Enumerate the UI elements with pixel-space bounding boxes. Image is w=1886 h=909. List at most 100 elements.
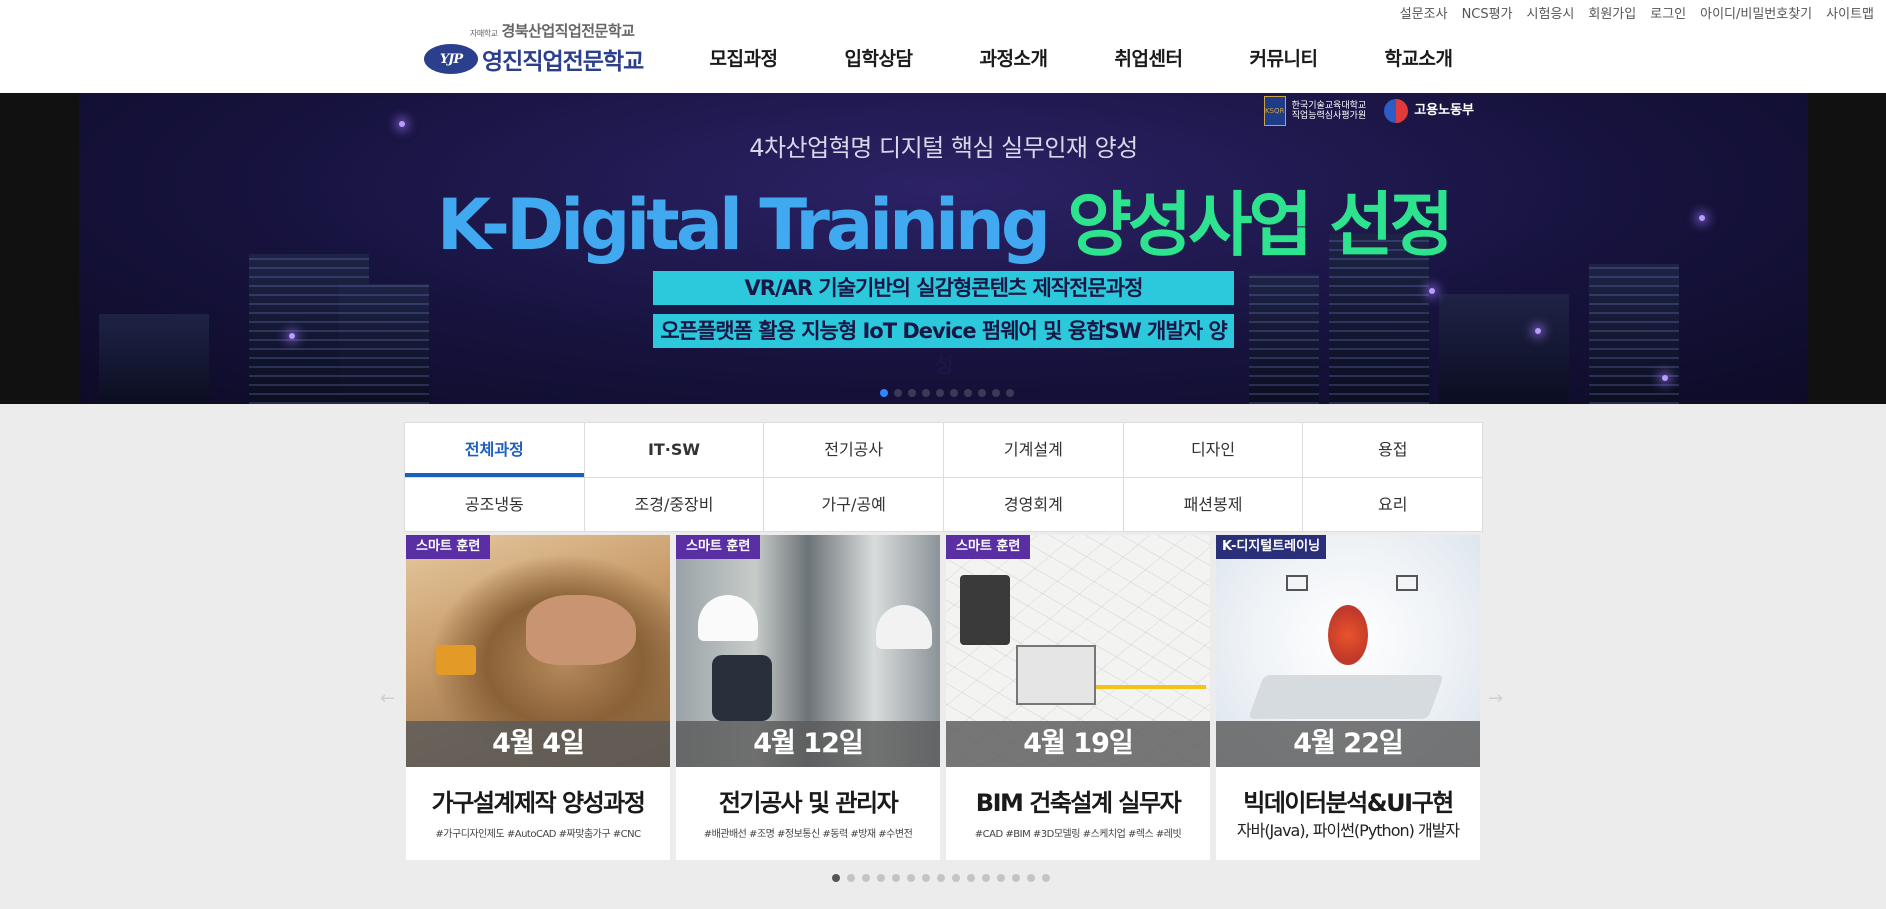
- logo-main: 영진직업전문학교: [482, 49, 644, 75]
- logo-sub: 자매학교 경북산업직업전문학교: [470, 22, 635, 40]
- hero-banner: KSQR 한국기술교육대학교 직업능력심사평가원 고용노동부 4차산업혁명 디지털…: [0, 93, 1886, 404]
- light-dot: [289, 333, 295, 339]
- banner-slide[interactable]: KSQR 한국기술교육대학교 직업능력심사평가원 고용노동부 4차산업혁명 디지털…: [79, 93, 1808, 404]
- carousel-dot[interactable]: [967, 874, 975, 882]
- course-title: 전기공사 및 관리자: [718, 789, 899, 817]
- banner-dot[interactable]: [908, 389, 916, 397]
- carousel-dot[interactable]: [1042, 874, 1050, 882]
- tab-hvac[interactable]: 공조냉동: [405, 478, 584, 531]
- tab-welding[interactable]: 용접: [1302, 423, 1482, 477]
- nav-item-employment[interactable]: 취업센터: [1081, 44, 1216, 71]
- banner-dot[interactable]: [964, 389, 972, 397]
- carousel-prev-arrow-icon[interactable]: ←: [380, 688, 395, 709]
- course-title: 가구설계제작 양성과정: [431, 789, 646, 817]
- banner-title: K-Digital Training 양성사업 선정: [436, 184, 1454, 266]
- course-tags: #가구디자인제도 #AutoCAD #짜맞춤가구 #CNC: [435, 829, 641, 840]
- util-link-find-account[interactable]: 아이디/비밀번호찾기: [1700, 3, 1812, 22]
- main-nav: 모집과정 입학상담 과정소개 취업센터 커뮤니티 학교소개: [676, 44, 1486, 71]
- logo-mark-icon: YJP: [424, 44, 478, 74]
- course-category-tabs: 전체과정 IT·SW 전기공사 기계설계 디자인 용접 공조냉동 조경/중장비 …: [404, 422, 1483, 532]
- tab-all[interactable]: 전체과정: [405, 423, 584, 477]
- banner-dot[interactable]: [1006, 389, 1014, 397]
- utility-links: 설문조사 NCS평가 시험응시 회원가입 로그인 아이디/비밀번호찾기 사이트맵: [1400, 3, 1874, 22]
- course-badge: 스마트 훈련: [676, 535, 761, 559]
- carousel-dot[interactable]: [892, 874, 900, 882]
- light-dot: [1429, 288, 1435, 294]
- carousel-dot[interactable]: [832, 874, 840, 882]
- nav-item-consult[interactable]: 입학상담: [811, 44, 946, 71]
- course-tags: #CAD #BIM #3D모델링 #스케치업 #렉스 #레빗: [974, 829, 1182, 840]
- banner-dot[interactable]: [978, 389, 986, 397]
- skyline-building: [339, 284, 429, 404]
- banner-dot[interactable]: [880, 389, 888, 397]
- tab-cooking[interactable]: 요리: [1302, 478, 1482, 531]
- course-date: 4월 22일: [1216, 721, 1480, 767]
- course-subtitle: 자바(Java), 파이썬(Python) 개발자: [1236, 821, 1460, 840]
- nav-item-courses[interactable]: 과정소개: [946, 44, 1081, 71]
- light-dot: [1662, 375, 1668, 381]
- partner-koreatech: KSQR 한국기술교육대학교 직업능력심사평가원: [1263, 96, 1366, 126]
- site-logo[interactable]: 자매학교 경북산업직업전문학교 YJP 영진직업전문학교: [424, 20, 644, 78]
- skyline-building: [1589, 264, 1679, 404]
- util-link-survey[interactable]: 설문조사: [1400, 3, 1448, 22]
- course-badge: 스마트 훈련: [406, 535, 491, 559]
- tab-accounting[interactable]: 경영회계: [943, 478, 1123, 531]
- carousel-dot[interactable]: [922, 874, 930, 882]
- skyline-building: [1249, 274, 1319, 404]
- carousel-dot[interactable]: [1012, 874, 1020, 882]
- util-link-ncs[interactable]: NCS평가: [1462, 3, 1513, 22]
- util-link-exam[interactable]: 시험응시: [1527, 3, 1575, 22]
- tab-electrical[interactable]: 전기공사: [763, 423, 943, 477]
- skyline-building: [99, 314, 209, 404]
- tab-landscape[interactable]: 조경/중장비: [583, 478, 764, 531]
- course-badge: 스마트 훈련: [946, 535, 1031, 559]
- light-dot: [1535, 328, 1541, 334]
- course-card[interactable]: 스마트 훈련 4월 19일 BIM 건축설계 실무자 #CAD #BIM #3D…: [946, 535, 1210, 860]
- carousel-pagination: [832, 874, 1050, 882]
- course-title: 빅데이터분석&UI구현: [1243, 789, 1454, 817]
- banner-dot[interactable]: [950, 389, 958, 397]
- carousel-dot[interactable]: [982, 874, 990, 882]
- koreatech-emblem-icon: KSQR: [1263, 96, 1286, 126]
- moel-emblem-icon: [1384, 99, 1409, 123]
- light-dot: [399, 121, 405, 127]
- banner-course-2: 오픈플랫폼 활용 지능형 IoT Device 펌웨어 및 융합SW 개발자 양…: [653, 314, 1234, 377]
- partner-moel: 고용노동부: [1384, 99, 1474, 123]
- carousel-dot[interactable]: [997, 874, 1005, 882]
- course-card[interactable]: K-디지털트레이닝 4월 22일 빅데이터분석&UI구현 자바(Java), 파…: [1216, 535, 1480, 860]
- carousel-dot[interactable]: [952, 874, 960, 882]
- banner-dot[interactable]: [992, 389, 1000, 397]
- banner-course-1: VR/AR 기술기반의 실감형콘텐츠 제작전문과정: [653, 271, 1234, 305]
- banner-pagination: [880, 389, 1014, 397]
- util-link-login[interactable]: 로그인: [1650, 3, 1686, 22]
- nav-item-recruit[interactable]: 모집과정: [676, 44, 811, 71]
- tab-it-sw[interactable]: IT·SW: [583, 423, 764, 477]
- course-card[interactable]: 스마트 훈련 4월 12일 전기공사 및 관리자 #배관배선 #조명 #정보통신…: [676, 535, 940, 860]
- carousel-dot[interactable]: [1027, 874, 1035, 882]
- tab-furniture[interactable]: 가구/공예: [763, 478, 943, 531]
- banner-subtitle: 4차산업혁명 디지털 핵심 실무인재 양성: [749, 134, 1138, 162]
- carousel-dot[interactable]: [862, 874, 870, 882]
- util-link-signup[interactable]: 회원가입: [1588, 3, 1636, 22]
- banner-dot[interactable]: [894, 389, 902, 397]
- course-date: 4월 12일: [676, 721, 940, 767]
- banner-dot[interactable]: [922, 389, 930, 397]
- carousel-dot[interactable]: [907, 874, 915, 882]
- course-title: BIM 건축설계 실무자: [975, 789, 1182, 817]
- nav-item-community[interactable]: 커뮤니티: [1216, 44, 1351, 71]
- tab-mechanical[interactable]: 기계설계: [943, 423, 1123, 477]
- carousel-dot[interactable]: [877, 874, 885, 882]
- carousel-dot[interactable]: [937, 874, 945, 882]
- nav-item-about[interactable]: 학교소개: [1351, 44, 1486, 71]
- util-link-sitemap[interactable]: 사이트맵: [1826, 3, 1874, 22]
- site-header: 설문조사 NCS평가 시험응시 회원가입 로그인 아이디/비밀번호찾기 사이트맵…: [0, 0, 1886, 93]
- course-tags: #배관배선 #조명 #정보통신 #동력 #방재 #수변전: [703, 829, 913, 840]
- tab-fashion[interactable]: 패션봉제: [1122, 478, 1303, 531]
- tab-design[interactable]: 디자인: [1122, 423, 1303, 477]
- carousel-next-arrow-icon[interactable]: →: [1488, 688, 1503, 709]
- skyline-building: [1439, 294, 1569, 404]
- course-date: 4월 4일: [406, 721, 670, 767]
- carousel-dot[interactable]: [847, 874, 855, 882]
- banner-dot[interactable]: [936, 389, 944, 397]
- course-card[interactable]: 스마트 훈련 4월 4일 가구설계제작 양성과정 #가구디자인제도 #AutoC…: [406, 535, 670, 860]
